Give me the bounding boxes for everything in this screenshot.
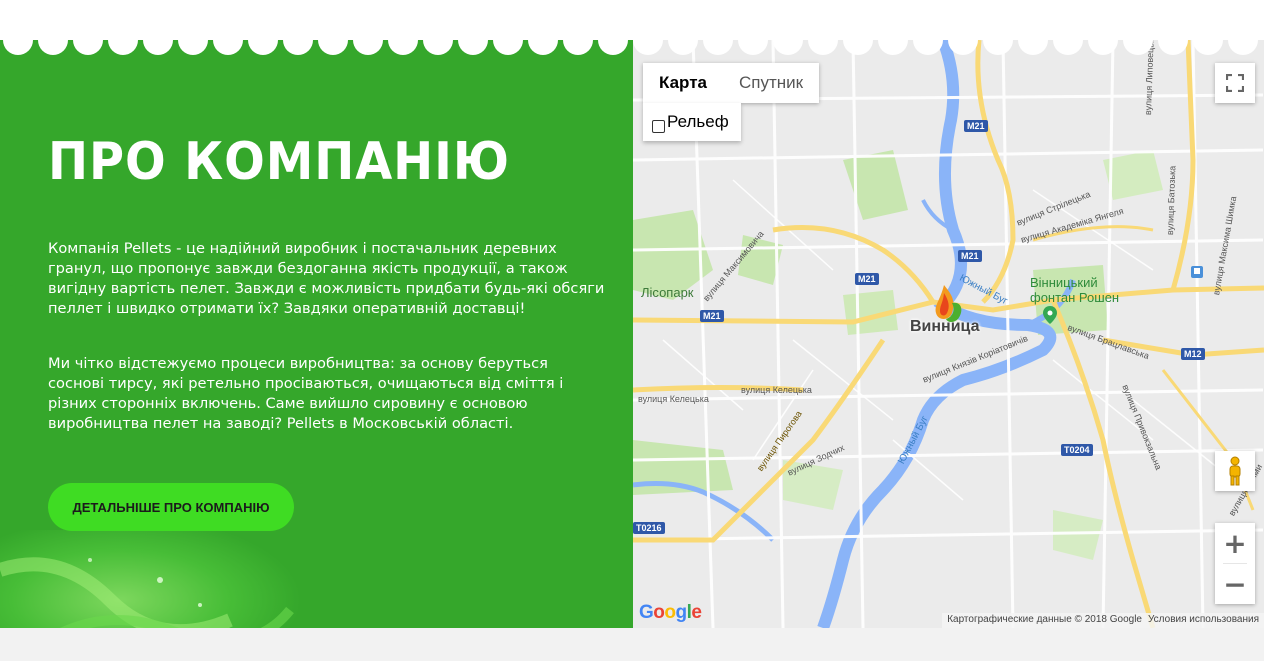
pegman-icon xyxy=(1229,456,1241,486)
fountain-label-line1: Вінницький xyxy=(1030,275,1098,290)
google-logo-letter: g xyxy=(675,602,688,623)
map-type-control: Карта Спутник xyxy=(643,63,820,103)
google-logo[interactable]: Google xyxy=(639,602,702,624)
fullscreen-icon xyxy=(1226,74,1244,92)
about-paragraph-2: Ми чітко відстежуємо процеси виробництва… xyxy=(48,355,564,432)
fullscreen-button[interactable] xyxy=(1215,63,1255,103)
map-type-satellite-button[interactable]: Спутник xyxy=(723,63,819,103)
about-section: ПРО КОМПАНІЮ Компанія Pellets - це надій… xyxy=(0,40,633,628)
map-data-credit[interactable]: Картографические данные © 2018 Google xyxy=(947,614,1142,627)
relief-checkbox[interactable] xyxy=(652,119,665,133)
park-label: Лісопарк xyxy=(641,285,694,300)
google-logo-letter: o xyxy=(653,602,665,623)
google-logo-letter: G xyxy=(639,602,654,623)
street-label: вулиця Келецька xyxy=(741,385,812,395)
fountain-label-line2: фонтан Рошен xyxy=(1030,290,1120,305)
flame-leaf-logo-marker[interactable] xyxy=(930,283,966,329)
zoom-in-button[interactable]: + xyxy=(1215,523,1255,563)
map-widget[interactable]: Карта Спутник Рельеф + − M21 M21 M21 M21… xyxy=(633,40,1264,628)
street-view-button[interactable] xyxy=(1215,451,1255,491)
about-paragraph-1: Компанія Pellets - це надійний виробник … xyxy=(48,240,605,317)
terms-link[interactable]: Условия использования xyxy=(1148,614,1259,627)
road-badge-m12: M12 xyxy=(1181,348,1205,360)
relief-option[interactable]: Рельеф xyxy=(643,103,741,141)
zoom-out-button[interactable]: − xyxy=(1215,564,1255,604)
map-attribution: Картографические данные © 2018 Google Ус… xyxy=(942,613,1264,628)
fountain-label: Вінницький фонтан Рошен xyxy=(1030,275,1119,305)
road-badge-m21-west: M21 xyxy=(855,273,879,285)
bus-icon[interactable] xyxy=(1191,266,1203,278)
road-badge-m21-north: M21 xyxy=(964,120,988,132)
page: ПРО КОМПАНІЮ Компанія Pellets - це надій… xyxy=(0,0,1264,661)
fountain-pin-icon[interactable] xyxy=(1043,306,1057,324)
map-type-map-button[interactable]: Карта xyxy=(643,63,723,103)
road-badge-t0204: T0204 xyxy=(1061,444,1093,456)
zoom-control: + − xyxy=(1215,523,1255,604)
street-label: вулиця Келецька xyxy=(638,394,709,404)
google-logo-letter: e xyxy=(691,602,702,623)
about-more-button[interactable]: ДЕТАЛЬНІШЕ ПРО КОМПАНІЮ xyxy=(48,483,294,531)
road-badge-m21-far-west: M21 xyxy=(700,310,724,322)
road-badge-t0216: T0216 xyxy=(633,522,665,534)
relief-label: Рельеф xyxy=(667,112,729,131)
road-badge-m21-center: M21 xyxy=(958,250,982,262)
scalloped-top-edge xyxy=(0,28,1264,55)
footer-band xyxy=(0,628,1264,661)
google-logo-letter: o xyxy=(664,602,676,623)
page-title: ПРО КОМПАНІЮ xyxy=(48,132,510,192)
